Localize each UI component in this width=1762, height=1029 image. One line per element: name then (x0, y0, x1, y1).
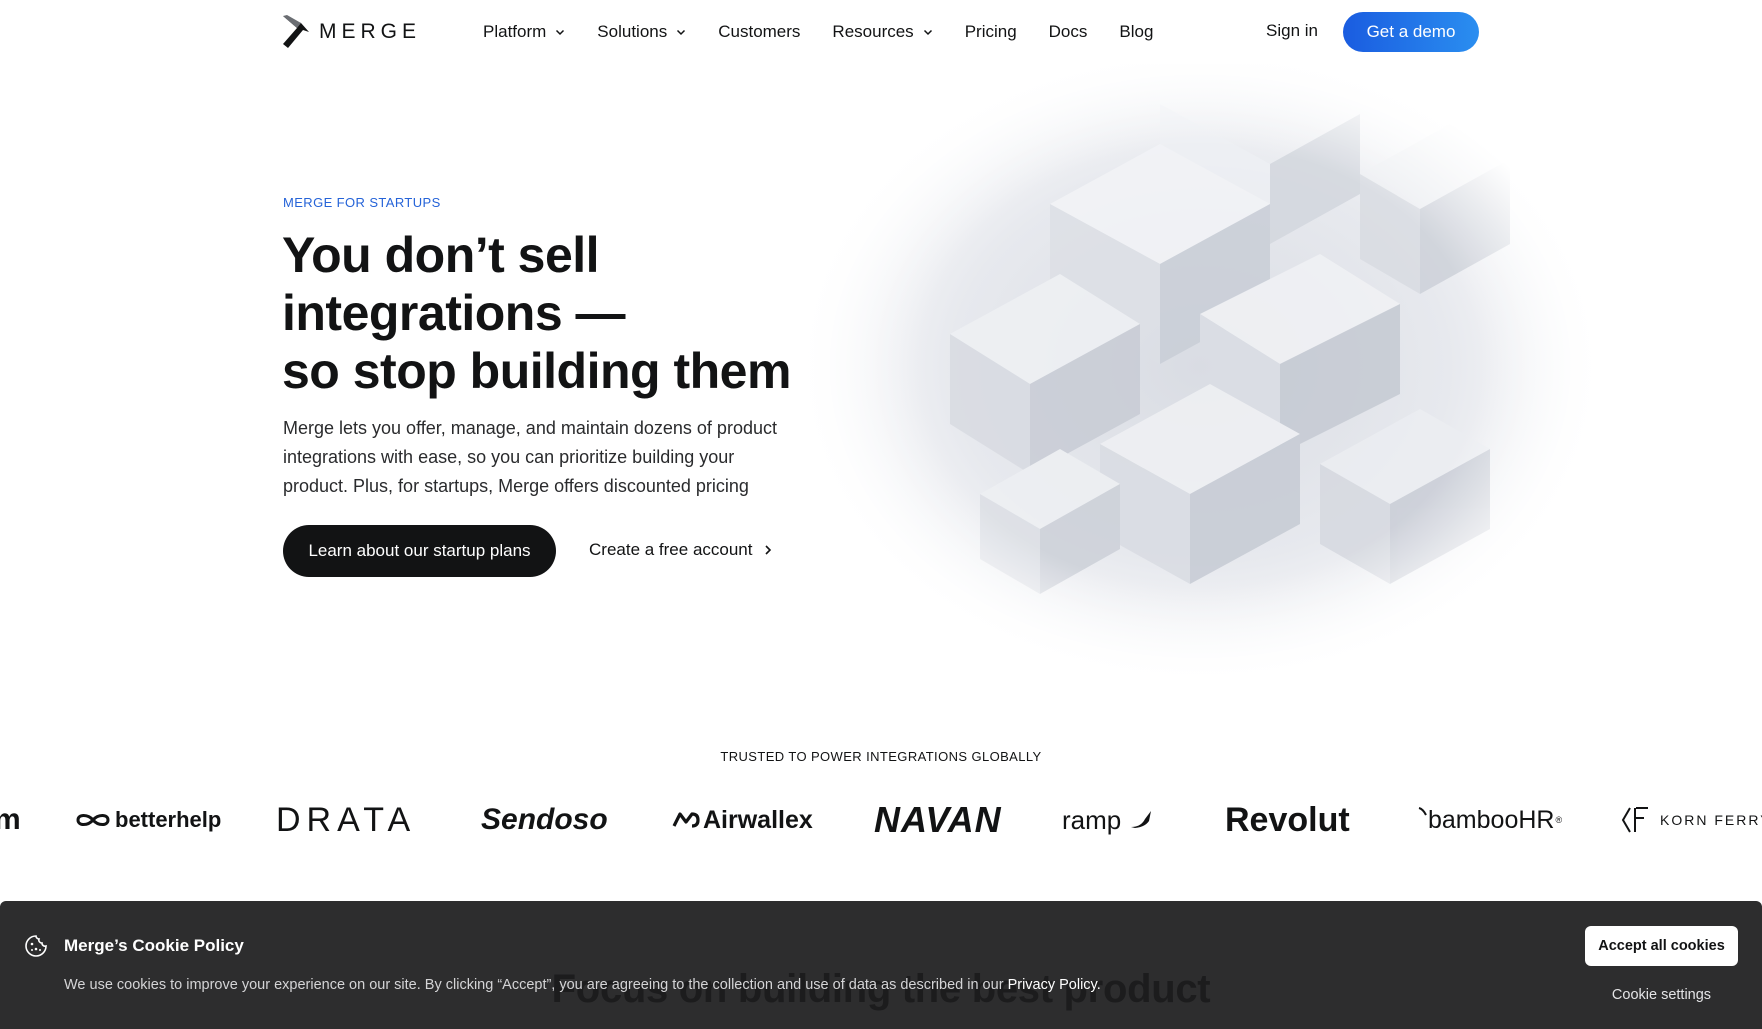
hero-headline: You don’t sell integrations — so stop bu… (282, 226, 842, 400)
logo-wordmark: MERGE (319, 20, 422, 43)
accept-cookies-button[interactable]: Accept all cookies (1585, 926, 1738, 966)
nav-customers-label: Customers (718, 22, 801, 41)
hero-description: Merge lets you offer, manage, and mainta… (283, 414, 823, 501)
registered-mark: ® (1555, 815, 1563, 825)
chevron-right-icon (765, 545, 772, 555)
airwallex-icon (672, 812, 700, 828)
chevron-down-icon (677, 29, 686, 36)
create-account-link[interactable]: Create a free account (589, 540, 772, 560)
logo-korn-ferry: KORN FERRY (1620, 795, 1762, 845)
cookie-banner: Focus on building the best product Merge… (0, 901, 1762, 1029)
bamboohr-icon (1418, 807, 1427, 816)
hero-eyebrow: MERGE FOR STARTUPS (283, 195, 441, 210)
cookie-icon (25, 935, 47, 957)
logo-drata: DRATA (276, 800, 417, 839)
chevron-down-icon (923, 29, 932, 36)
nav-blog[interactable]: Blog (1119, 22, 1153, 42)
logo-betterhelp: betterhelp (74, 795, 221, 845)
sign-in-link[interactable]: Sign in (1266, 21, 1318, 41)
cookie-title: Merge’s Cookie Policy (64, 936, 244, 955)
logo-sendoso: Sendoso (481, 803, 608, 836)
nav-pricing[interactable]: Pricing (965, 22, 1017, 42)
hero-description-line: product. Plus, for startups, Merge offer… (283, 476, 749, 496)
ramp-text: ramp (1062, 804, 1122, 835)
create-account-label: Create a free account (589, 540, 753, 559)
chevron-down-icon (556, 29, 565, 36)
nav-links: Platform Solutions Customers Resources P… (483, 20, 1185, 44)
korn-ferry-icon (1621, 807, 1648, 833)
nav-platform[interactable]: Platform (483, 22, 565, 42)
betterhelp-text: betterhelp (115, 807, 222, 832)
nav-solutions-label: Solutions (597, 22, 668, 41)
nav-solutions[interactable]: Solutions (597, 22, 686, 42)
nav-blog-label: Blog (1119, 22, 1154, 41)
top-navigation: MERGE Platform Solutions Customers Resou… (0, 0, 1762, 64)
betterhelp-icon (76, 814, 110, 826)
logo-airwallex: Airwallex (671, 795, 813, 845)
cookie-settings-button[interactable]: Cookie settings (1585, 987, 1738, 1003)
ramp-icon (1131, 811, 1152, 828)
nav-pricing-label: Pricing (964, 22, 1017, 41)
nav-resources-label: Resources (832, 22, 914, 41)
trusted-label: TRUSTED TO POWER INTEGRATIONS GLOBALLY (720, 749, 1042, 764)
logo-ramp: ramp (1062, 795, 1155, 845)
logo-revolut: Revolut (1225, 800, 1350, 839)
startup-plans-button[interactable]: Learn about our startup plans (283, 525, 556, 577)
korn-ferry-text: KORN FERRY (1660, 812, 1762, 828)
privacy-policy-link[interactable]: Privacy Policy. (1008, 977, 1101, 993)
bamboohr-text: bambooHR (1428, 805, 1555, 834)
cookie-description: We use cookies to improve your experienc… (64, 977, 1101, 993)
logo-navan: NAVAN (874, 799, 1002, 840)
hero-headline-line: integrations — (282, 285, 626, 341)
nav-platform-label: Platform (483, 22, 547, 41)
customer-logos: m betterhelp DRATA Sendoso Airwallex NAV… (0, 795, 1762, 845)
hero-headline-line: You don’t sell (282, 227, 600, 283)
nav-resources[interactable]: Resources (832, 22, 932, 42)
hero-headline-line: so stop building them (282, 343, 791, 399)
merge-logo[interactable]: MERGE (281, 14, 421, 50)
nav-docs-label: Docs (1048, 22, 1088, 41)
merge-logo-icon (283, 15, 309, 48)
get-demo-button[interactable]: Get a demo (1343, 12, 1479, 52)
logo-bamboohr: bambooHR ® (1418, 795, 1562, 845)
nav-customers[interactable]: Customers (718, 22, 800, 42)
cookie-text-body: We use cookies to improve your experienc… (64, 977, 1008, 993)
hero-description-line: integrations with ease, so you can prior… (283, 447, 735, 467)
airwallex-text: Airwallex (703, 805, 813, 834)
hero-description-line: Merge lets you offer, manage, and mainta… (283, 418, 777, 438)
partial-logo: m (0, 803, 21, 836)
nav-docs[interactable]: Docs (1049, 22, 1088, 42)
hero-illustration (800, 64, 1600, 694)
